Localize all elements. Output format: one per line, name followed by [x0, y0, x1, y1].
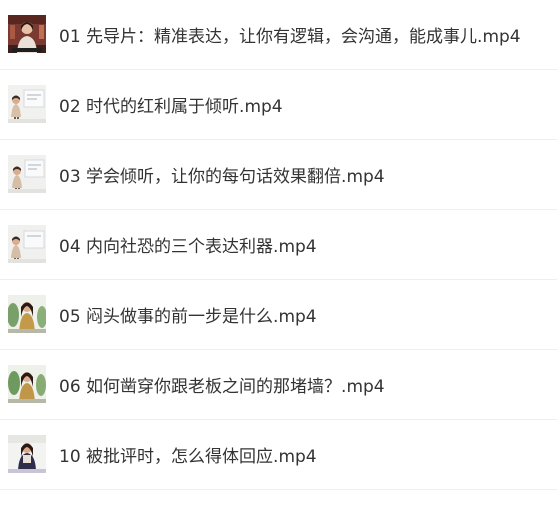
video-thumbnail-lecture-screen-icon [8, 85, 46, 123]
video-thumbnail-lecture-screen-icon [8, 155, 46, 193]
file-row[interactable]: 10 被批评时，怎么得体回应.mp4 [0, 420, 557, 490]
video-thumbnail-speaker-plants-icon [8, 295, 46, 333]
file-name: 06 如何凿穿你跟老板之间的那堵墙？.mp4 [59, 377, 385, 397]
file-name: 01 先导片：精准表达，让你有逻辑，会沟通，能成事儿.mp4 [59, 27, 521, 47]
file-name: 10 被批评时，怎么得体回应.mp4 [59, 447, 317, 467]
video-thumbnail-speaker-stage-icon [8, 435, 46, 473]
video-thumbnail-speaker-red-bookshelf-icon [8, 15, 46, 53]
file-name: 04 内向社恐的三个表达利器.mp4 [59, 237, 317, 257]
list-continuation [0, 490, 557, 506]
video-thumbnail-lecture-screen-icon [8, 225, 46, 263]
file-name: 05 闷头做事的前一步是什么.mp4 [59, 307, 317, 327]
file-row[interactable]: 05 闷头做事的前一步是什么.mp4 [0, 280, 557, 350]
file-name: 02 时代的红利属于倾听.mp4 [59, 97, 283, 117]
file-row[interactable]: 06 如何凿穿你跟老板之间的那堵墙？.mp4 [0, 350, 557, 420]
file-name: 03 学会倾听，让你的每句话效果翻倍.mp4 [59, 167, 385, 187]
file-row[interactable]: 04 内向社恐的三个表达利器.mp4 [0, 210, 557, 280]
file-row[interactable]: 03 学会倾听，让你的每句话效果翻倍.mp4 [0, 140, 557, 210]
file-row[interactable]: 01 先导片：精准表达，让你有逻辑，会沟通，能成事儿.mp4 [0, 0, 557, 70]
video-thumbnail-speaker-plants-icon [8, 365, 46, 403]
file-row[interactable]: 02 时代的红利属于倾听.mp4 [0, 70, 557, 140]
video-file-list: 01 先导片：精准表达，让你有逻辑，会沟通，能成事儿.mp4 02 时代的红利属… [0, 0, 557, 506]
